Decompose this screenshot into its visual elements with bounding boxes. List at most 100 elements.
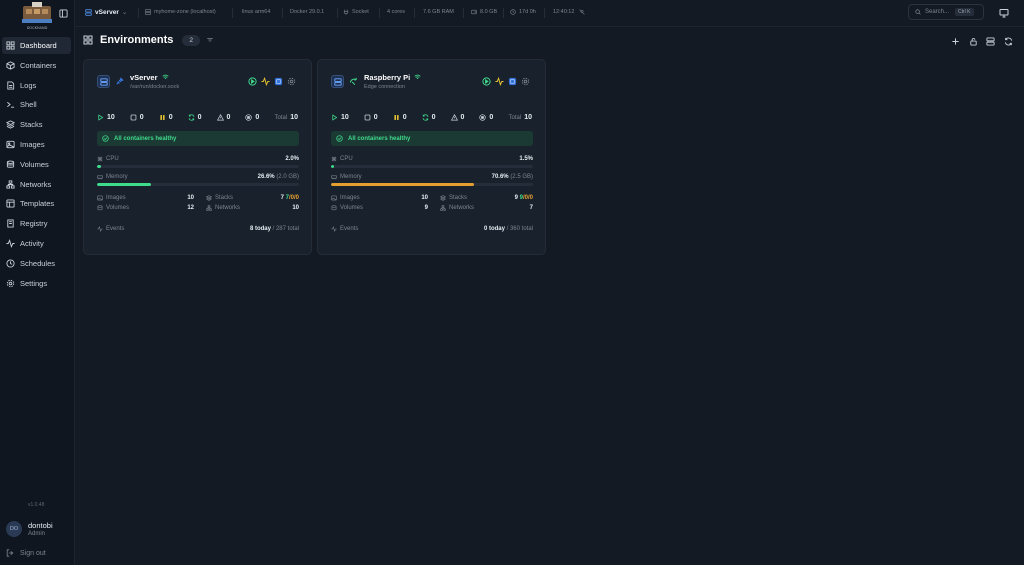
sidebar-item-shell[interactable]: Shell [2,96,71,113]
sidebar-item-networks[interactable]: Networks [2,176,71,193]
circle-stop-icon [245,114,253,121]
gear-icon[interactable] [521,77,530,86]
running-count[interactable]: 10 [97,114,115,121]
layers-icon [206,195,212,201]
memory-label: Memory [340,174,362,180]
uptime-label: 17d 0h [519,9,536,15]
exited-count[interactable]: 0 [479,114,493,121]
stopped-count[interactable]: 0 [364,114,378,121]
memory-value: 70.6% [491,174,509,180]
sidebar-item-registry[interactable]: Registry [2,215,71,232]
restarting-count[interactable]: 0 [422,114,436,121]
sidebar-item-label: Logs [20,80,37,90]
scan-icon[interactable] [274,77,283,86]
unhealthy-count[interactable]: 0 [450,114,464,121]
user-menu[interactable]: DO dontobi Admin [6,521,53,537]
stacks-stat[interactable]: Stacks 9 9/0/0 [432,195,533,201]
paused-count[interactable]: 0 [159,114,173,121]
sidebar-item-label: Shell [20,100,37,110]
stacks-other: /0/0 [288,195,299,201]
sidebar-item-logs[interactable]: Logs [2,77,71,94]
filter-icon[interactable] [206,36,214,44]
events-today: 8 today [249,226,271,232]
search-input[interactable]: Search... Ctrl K [908,4,984,20]
unhealthy-count[interactable]: 0 [216,114,231,121]
disk-info: 8.0 GB [471,9,497,15]
sidebar-item-templates[interactable]: Templates [2,195,71,212]
disk-label: 8.0 GB [480,9,498,15]
sidebar-item-volumes[interactable]: Volumes [2,156,71,173]
volumes-value: 9 [424,205,428,211]
resource-stats: Images 10 Stacks 9 9/0/0 Volumes 9 Netwo… [331,195,533,215]
memory-detail: (2.0 GB) [276,174,299,180]
database-icon [6,160,15,169]
events-summary[interactable]: Events 0 today / 360 total [331,226,533,232]
restarting-count[interactable]: 0 [188,114,202,121]
events-summary[interactable]: Events 8 today / 287 total [97,226,299,232]
hostname: myhome-zone (localhost) [154,9,216,15]
database-icon [97,205,103,211]
events-total: / 287 total [272,226,299,232]
exited-count[interactable]: 0 [245,114,259,121]
environment-card-vserver[interactable]: vServer /var/run/docker.sock 10 0 0 0 0 … [83,59,312,255]
add-environment-button[interactable] [951,37,960,46]
sidebar: DOCKHAND Dashboard Containers Logs Shell… [0,0,75,565]
stacks-stat[interactable]: Stacks 7 7/0/0 [198,195,299,201]
paused-count[interactable]: 0 [393,114,407,121]
sidebar-item-activity[interactable]: Activity [2,235,71,252]
sidebar-item-dashboard[interactable]: Dashboard [2,37,71,54]
running-count[interactable]: 10 [331,114,349,121]
events-total: / 360 total [506,226,533,232]
layout-toggle-button[interactable] [986,37,995,46]
scan-icon[interactable] [508,77,517,86]
count-value: 0 [255,114,260,121]
images-stat[interactable]: Images 10 [97,195,198,201]
stopped-count[interactable]: 0 [130,114,144,121]
check-circle-icon [102,135,109,142]
refresh-button[interactable] [1004,37,1013,46]
activity-icon[interactable] [495,77,504,86]
uptime-info: 17d 0h [510,9,536,15]
activity-icon[interactable] [261,77,270,86]
sidebar-item-images[interactable]: Images [2,136,71,153]
docker-label: Docker 29.0.1 [290,9,325,15]
count-value: 0 [226,114,231,121]
total-value: 10 [524,114,532,121]
app-version: v1.0.48 [28,502,45,508]
count-value: 0 [197,114,202,121]
sidebar-toggle-icon[interactable] [59,9,68,18]
cores-label: 4 cores [387,9,406,15]
status-online-icon[interactable] [482,77,491,86]
gear-icon[interactable] [287,77,296,86]
sidebar-item-stacks[interactable]: Stacks [2,116,71,133]
environment-selector[interactable]: vServer ⌄ [85,8,127,16]
images-stat[interactable]: Images 10 [331,195,432,201]
environment-card-raspberry-pi[interactable]: Raspberry Pi Edge connection 10 0 0 0 0 … [317,59,546,255]
monitor-icon[interactable] [999,8,1009,18]
dockhand-logo[interactable]: DOCKHAND [20,2,54,30]
environment-endpoint: Edge connection [364,84,405,90]
memory-value: 26.6% [257,174,275,180]
cpu-label: CPU [106,156,119,162]
memory-metric: Memory 70.6% (2.5 GB) [331,174,533,186]
sidebar-item-schedules[interactable]: Schedules [2,255,71,272]
total-count: Total 10 [275,114,298,121]
signout-button[interactable]: Sign out [6,549,46,557]
sidebar-item-label: Activity [20,238,44,248]
divider [544,8,545,18]
memory-detail: (2.5 GB) [510,174,533,180]
sidebar-item-containers[interactable]: Containers [2,57,71,74]
status-online-icon[interactable] [248,77,257,86]
server-icon [986,37,995,46]
count-value: 0 [402,114,407,121]
images-value: 10 [421,195,428,201]
sidebar-item-settings[interactable]: Settings [2,275,71,292]
socket-icon [343,9,349,15]
networks-stat[interactable]: Networks 10 [198,205,299,211]
play-icon [332,114,338,121]
unlock-button[interactable] [969,37,978,46]
sidebar-item-label: Dashboard [20,41,57,50]
volumes-stat[interactable]: Volumes 12 [97,205,198,211]
networks-stat[interactable]: Networks 7 [432,205,533,211]
volumes-stat[interactable]: Volumes 9 [331,205,432,211]
